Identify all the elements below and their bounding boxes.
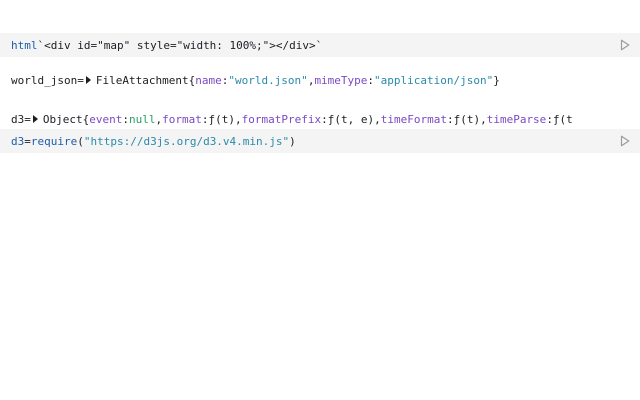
format-prefix-value: ƒ(t, e) bbox=[327, 112, 375, 126]
event-value: null bbox=[129, 112, 156, 126]
object-type[interactable]: FileAttachment bbox=[96, 74, 189, 87]
format-key: format bbox=[162, 112, 202, 126]
d3-cell-output: d3 = Object {event: null, format: ƒ(t), … bbox=[11, 112, 573, 126]
require-function: require bbox=[30, 134, 78, 148]
time-format-key: timeFormat bbox=[380, 112, 447, 126]
name-key: name bbox=[195, 73, 222, 87]
variable-name: d3 bbox=[11, 112, 25, 126]
play-icon bbox=[620, 39, 630, 51]
format-value: ƒ(t) bbox=[208, 112, 236, 126]
event-key: event bbox=[89, 112, 123, 126]
caret-right-icon[interactable] bbox=[32, 115, 38, 123]
brace-open: { bbox=[188, 73, 196, 87]
d3-url-string: "https://d3js.org/d3.v4.min.js" bbox=[83, 134, 290, 148]
object-type[interactable]: Object bbox=[43, 113, 83, 126]
mime-type-value: "application/json" bbox=[374, 73, 494, 87]
name-value: "world.json" bbox=[228, 73, 308, 87]
time-parse-key: timeParse bbox=[486, 112, 547, 126]
html-tag: html bbox=[11, 38, 38, 52]
mime-type-key: mimeType bbox=[314, 73, 368, 87]
time-parse-value: ƒ(t bbox=[552, 112, 573, 126]
run-cell-button[interactable] bbox=[618, 134, 632, 148]
equals-sign: = bbox=[24, 112, 31, 126]
equals-sign: = bbox=[77, 73, 84, 87]
paren-close: ) bbox=[289, 134, 296, 148]
caret-right-icon[interactable] bbox=[85, 76, 91, 84]
html-template-literal: `<div id="map" style="width: 100%;"></di… bbox=[37, 38, 323, 52]
run-cell-button[interactable] bbox=[618, 38, 632, 52]
brace-close: } bbox=[493, 73, 500, 87]
play-icon bbox=[620, 135, 630, 147]
brace-open: { bbox=[82, 112, 90, 126]
equals-sign: = bbox=[24, 134, 31, 148]
html-cell-input[interactable]: html `<div id="map" style="width: 100%;">… bbox=[0, 33, 640, 57]
d3-cell-input[interactable]: d3 = require("https://d3js.org/d3.v4.min… bbox=[0, 129, 640, 153]
paren-open: ( bbox=[77, 134, 84, 148]
time-format-value: ƒ(t) bbox=[453, 112, 481, 126]
variable-name: world_json bbox=[11, 73, 78, 87]
format-prefix-key: formatPrefix bbox=[241, 112, 322, 126]
world-json-cell-output: world_json = FileAttachment {name: "worl… bbox=[11, 73, 500, 87]
variable-name: d3 bbox=[11, 134, 25, 148]
